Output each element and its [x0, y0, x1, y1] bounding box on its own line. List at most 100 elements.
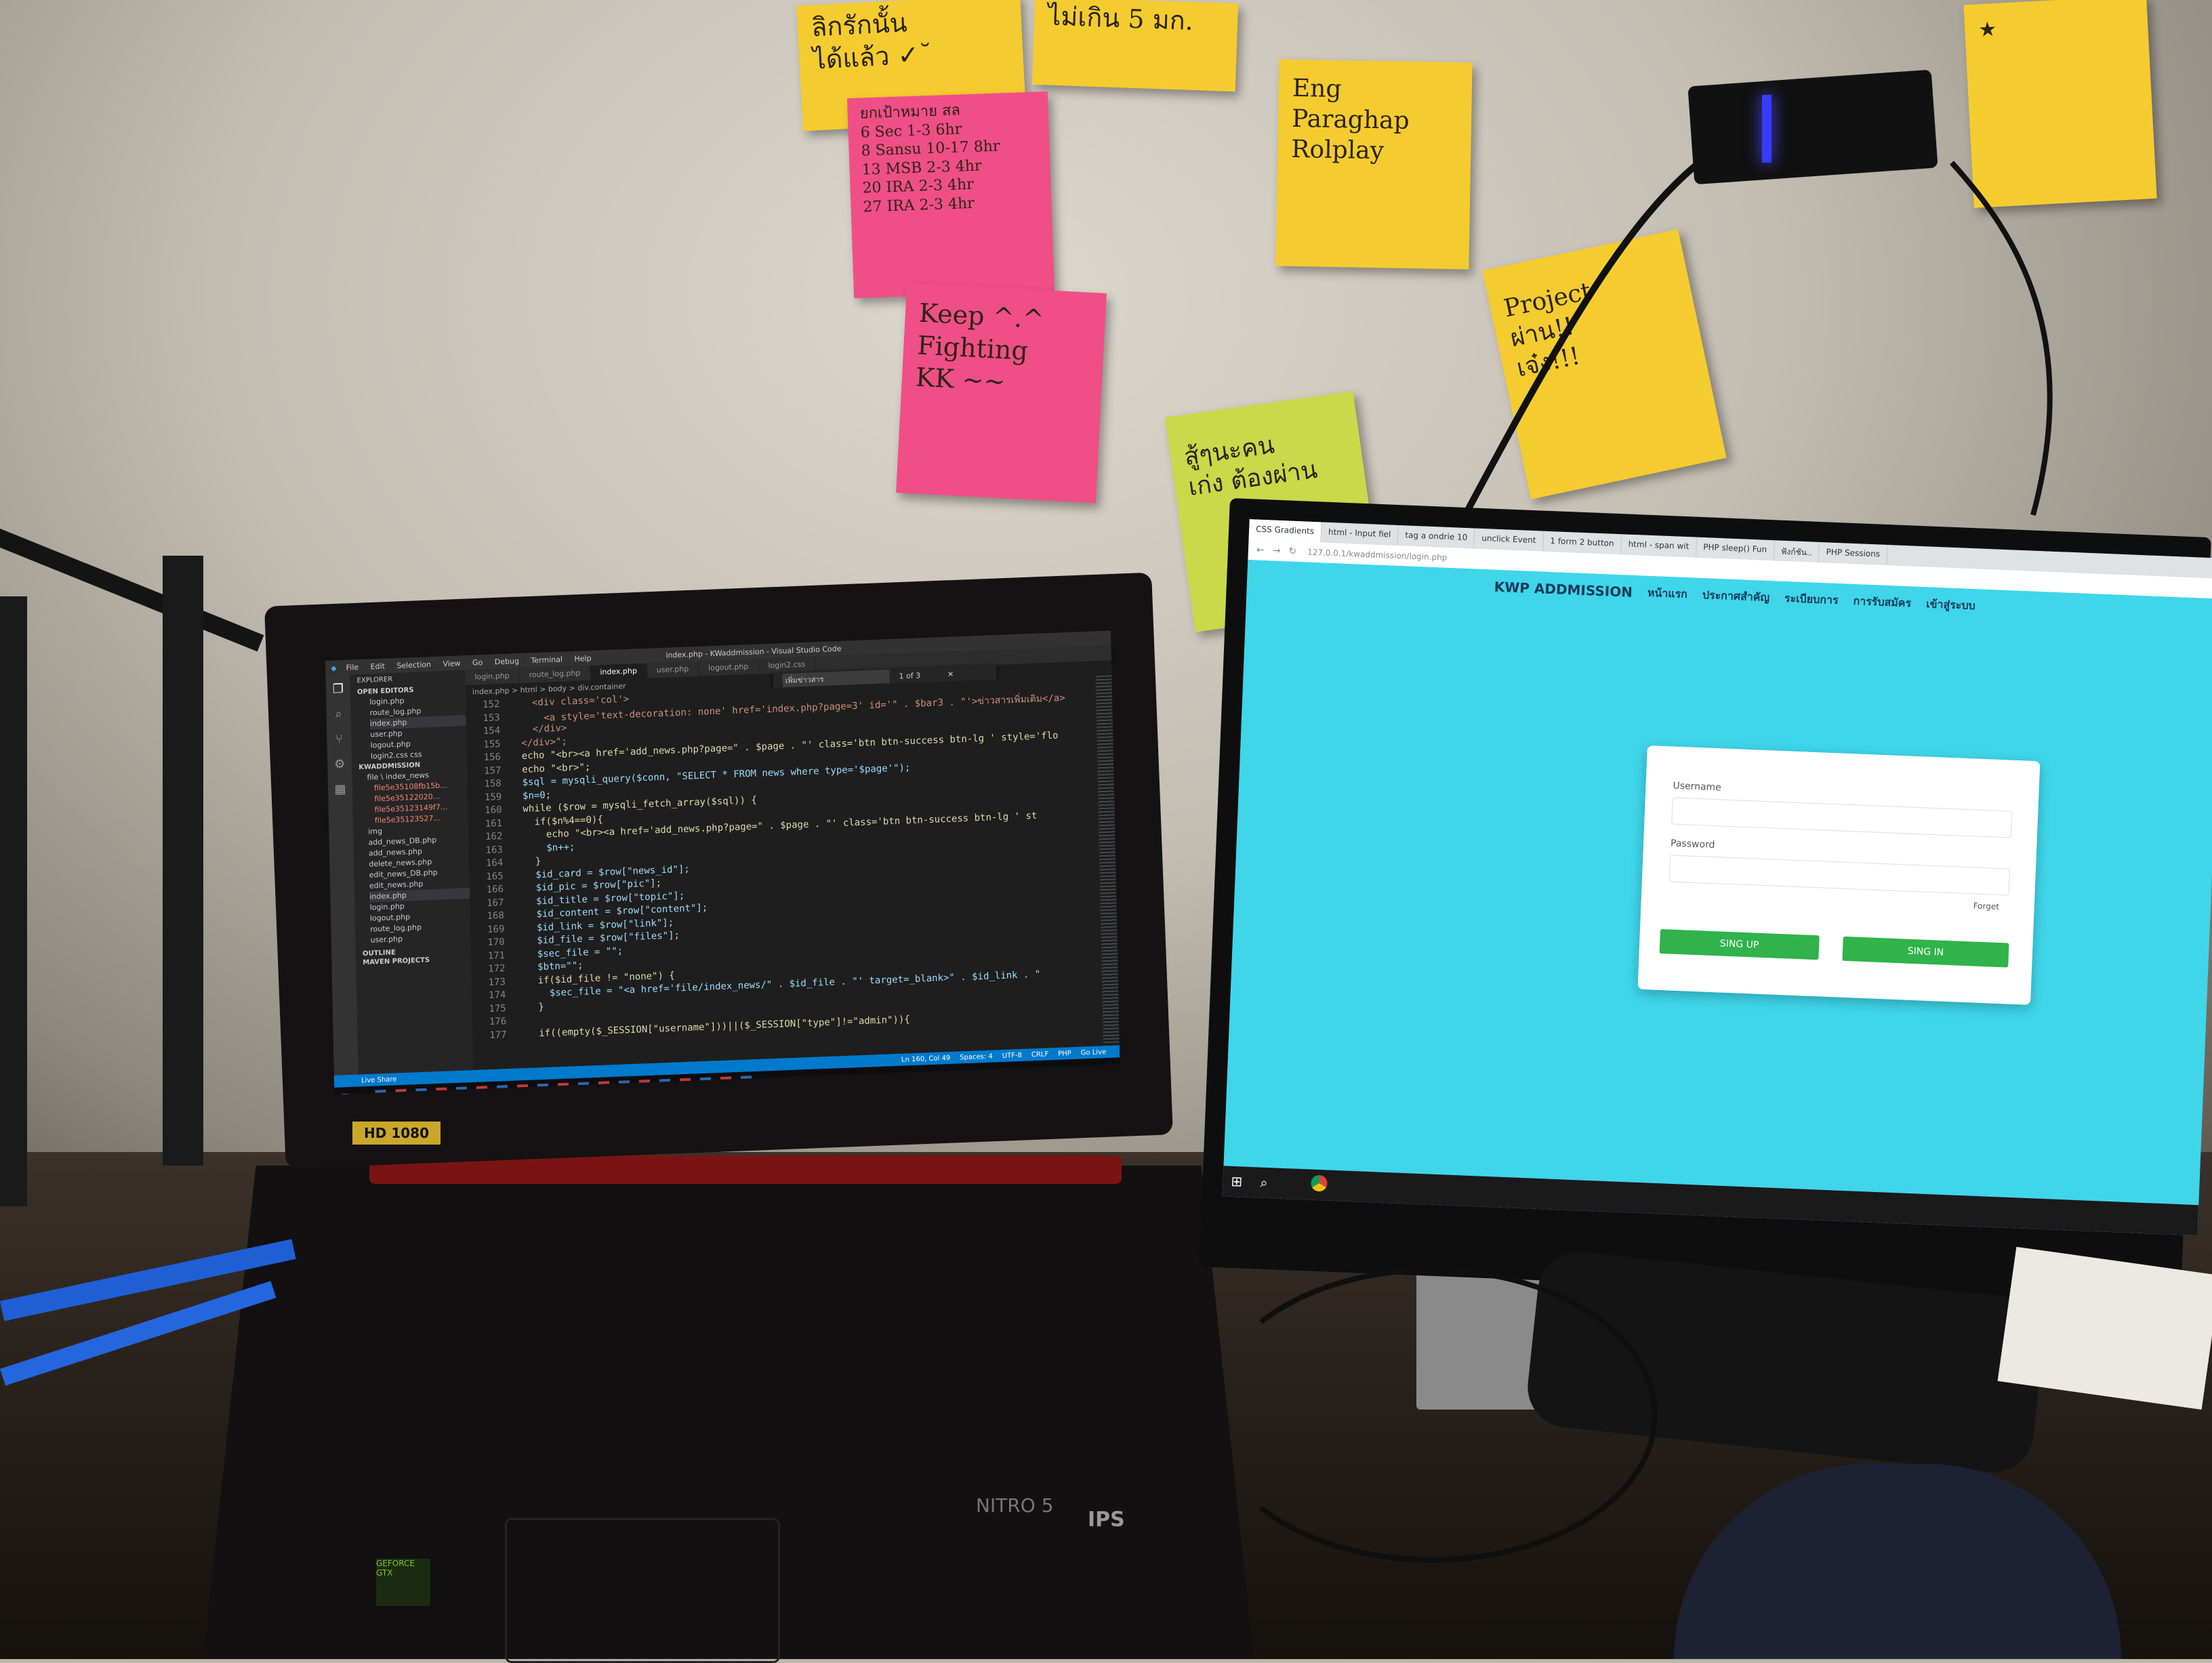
- browser-tab[interactable]: ฟังก์ชัน..: [1774, 540, 1820, 562]
- signin-button[interactable]: SING IN: [1842, 937, 2009, 968]
- explorer-sidebar: EXPLORER OPEN EDITORS login.php route_lo…: [350, 670, 473, 1081]
- tab-login2-css[interactable]: login2.css: [758, 657, 815, 674]
- search-icon[interactable]: ⌕: [326, 707, 350, 722]
- cursor-position[interactable]: Ln 160, Col 49: [901, 1054, 951, 1064]
- mic-arm: [163, 556, 203, 1166]
- browser-tab[interactable]: html - span wit: [1621, 534, 1697, 557]
- site-brand[interactable]: KWP ADDMISSION: [1494, 579, 1633, 600]
- nav-admission[interactable]: การรับสมัคร: [1853, 593, 1912, 612]
- menu-view[interactable]: View: [443, 659, 460, 668]
- laptop-model: NITRO 5: [976, 1494, 1054, 1517]
- source-control-icon[interactable]: ⑂: [327, 732, 351, 747]
- reload-icon[interactable]: ↻: [1288, 546, 1296, 557]
- username-label: Username: [1673, 781, 1721, 794]
- line-number: 170: [471, 937, 514, 951]
- cables: [1206, 1267, 1658, 1563]
- sticky-note: ไม่เกิน 5 มก.: [1032, 0, 1238, 91]
- tab-logout[interactable]: logout.php: [699, 659, 759, 676]
- find-count: 1 of 3: [899, 671, 920, 680]
- laptop-badge: IPS: [1088, 1508, 1125, 1532]
- line-number: 153: [466, 712, 510, 726]
- tab-user[interactable]: user.php: [647, 661, 699, 678]
- login-card: Username Password Forget SING UP SING IN: [1637, 745, 2040, 1005]
- line-number: 155: [466, 738, 510, 753]
- code-text: $n=0;: [511, 789, 551, 804]
- forward-icon[interactable]: →: [1272, 546, 1280, 556]
- line-number: 163: [469, 844, 512, 859]
- code-text: }: [512, 856, 541, 870]
- sticky-note-schedule: ยกเป้าหมาย สล6 Sec 1-3 6hr8 Sansu 10-17 …: [847, 91, 1054, 298]
- monitor-taskbar: ⊞ ⌕: [1223, 1166, 2199, 1235]
- back-icon[interactable]: ←: [1256, 545, 1265, 556]
- eol[interactable]: CRLF: [1031, 1050, 1048, 1059]
- code-text: $n++;: [512, 842, 575, 857]
- close-icon[interactable]: ✕: [947, 670, 954, 678]
- browser-tab[interactable]: tag a ondrie 10: [1398, 525, 1475, 549]
- live-share[interactable]: Live Share: [361, 1075, 397, 1084]
- browser-tab[interactable]: html - Input fiel: [1321, 522, 1399, 546]
- nav-login[interactable]: เข้าสู่ระบบ: [1926, 596, 1976, 615]
- menu-edit[interactable]: Edit: [370, 661, 385, 671]
- line-number: 160: [468, 804, 511, 819]
- line-number: 174: [472, 989, 515, 1004]
- files-icon[interactable]: ❐: [326, 682, 350, 697]
- line-number: 154: [466, 725, 510, 740]
- signup-button[interactable]: SING UP: [1660, 929, 1820, 960]
- browser-tab[interactable]: PHP Sessions: [1819, 542, 1887, 565]
- nav-regulations[interactable]: ระเบียบการ: [1784, 590, 1839, 609]
- line-number: 164: [469, 857, 512, 872]
- language[interactable]: PHP: [1058, 1050, 1071, 1058]
- indentation[interactable]: Spaces: 4: [960, 1052, 993, 1061]
- monitor: CSS Gradients html - Input fiel tag a on…: [1199, 498, 2211, 1306]
- debug-icon[interactable]: ⚙: [327, 757, 352, 772]
- forget-link[interactable]: Forget: [1973, 901, 1999, 912]
- browser-tab[interactable]: unclick Event: [1475, 529, 1544, 552]
- windows-start-icon[interactable]: ⊞: [341, 1090, 350, 1094]
- menu-terminal[interactable]: Terminal: [531, 655, 562, 665]
- search-icon[interactable]: ⌕: [1260, 1174, 1268, 1191]
- tab-index[interactable]: index.php: [590, 663, 647, 680]
- line-number: 165: [470, 870, 513, 885]
- gpu-sticker: GEFORCE GTX: [376, 1559, 430, 1606]
- line-number: 162: [468, 831, 512, 846]
- code-editor[interactable]: 152 <div class='col'>153 <a style='text-…: [466, 676, 1103, 1069]
- line-number: 171: [471, 949, 514, 964]
- go-live[interactable]: Go Live: [1081, 1048, 1107, 1056]
- password-label: Password: [1671, 838, 1715, 851]
- extensions-icon[interactable]: ▦: [328, 782, 352, 797]
- menu-go[interactable]: Go: [472, 658, 483, 668]
- line-number: 176: [472, 1016, 516, 1031]
- code-text: }: [516, 1001, 545, 1015]
- menu-selection[interactable]: Selection: [396, 660, 431, 670]
- nav-announcements[interactable]: ประกาศสำคัญ: [1702, 587, 1769, 607]
- sticky-note-keep-fighting: Keep ^.^FightingKK ~~: [896, 283, 1107, 503]
- browser-tab[interactable]: CSS Gradients: [1249, 519, 1322, 542]
- line-number: 169: [470, 923, 514, 938]
- line-number: 175: [472, 1002, 516, 1017]
- browser-tab[interactable]: 1 form 2 button: [1543, 531, 1622, 555]
- line-number: 156: [467, 752, 510, 766]
- line-number: 158: [468, 778, 511, 793]
- line-number: 172: [471, 963, 514, 978]
- line-number: 152: [466, 699, 509, 714]
- line-number: 173: [472, 976, 515, 991]
- encoding[interactable]: UTF-8: [1002, 1051, 1022, 1059]
- tab-login[interactable]: login.php: [465, 668, 520, 685]
- nav-home[interactable]: หน้าแรก: [1647, 584, 1687, 602]
- address-bar[interactable]: 127.0.0.1/kwaddmission/login.php: [1307, 548, 1448, 562]
- line-number: 167: [470, 897, 513, 911]
- laptop-screen: ◆ File Edit Selection View Go Debug Term…: [325, 630, 1120, 1094]
- menu-file[interactable]: File: [346, 663, 359, 672]
- windows-start-icon[interactable]: ⊞: [1231, 1173, 1243, 1190]
- browser-tab[interactable]: PHP sleep() Fun: [1696, 537, 1775, 561]
- password-input[interactable]: [1669, 855, 2010, 895]
- username-input[interactable]: [1671, 798, 2012, 838]
- line-number: 166: [470, 884, 513, 899]
- monitor-screen: CSS Gradients html - Input fiel tag a on…: [1223, 519, 2212, 1235]
- menu-help[interactable]: Help: [574, 653, 591, 663]
- line-number: 168: [470, 910, 514, 925]
- chrome-taskbar-icon[interactable]: [1311, 1175, 1328, 1192]
- menu-debug[interactable]: Debug: [495, 657, 519, 666]
- line-number: 157: [467, 764, 510, 779]
- mic-arm: [0, 596, 27, 1206]
